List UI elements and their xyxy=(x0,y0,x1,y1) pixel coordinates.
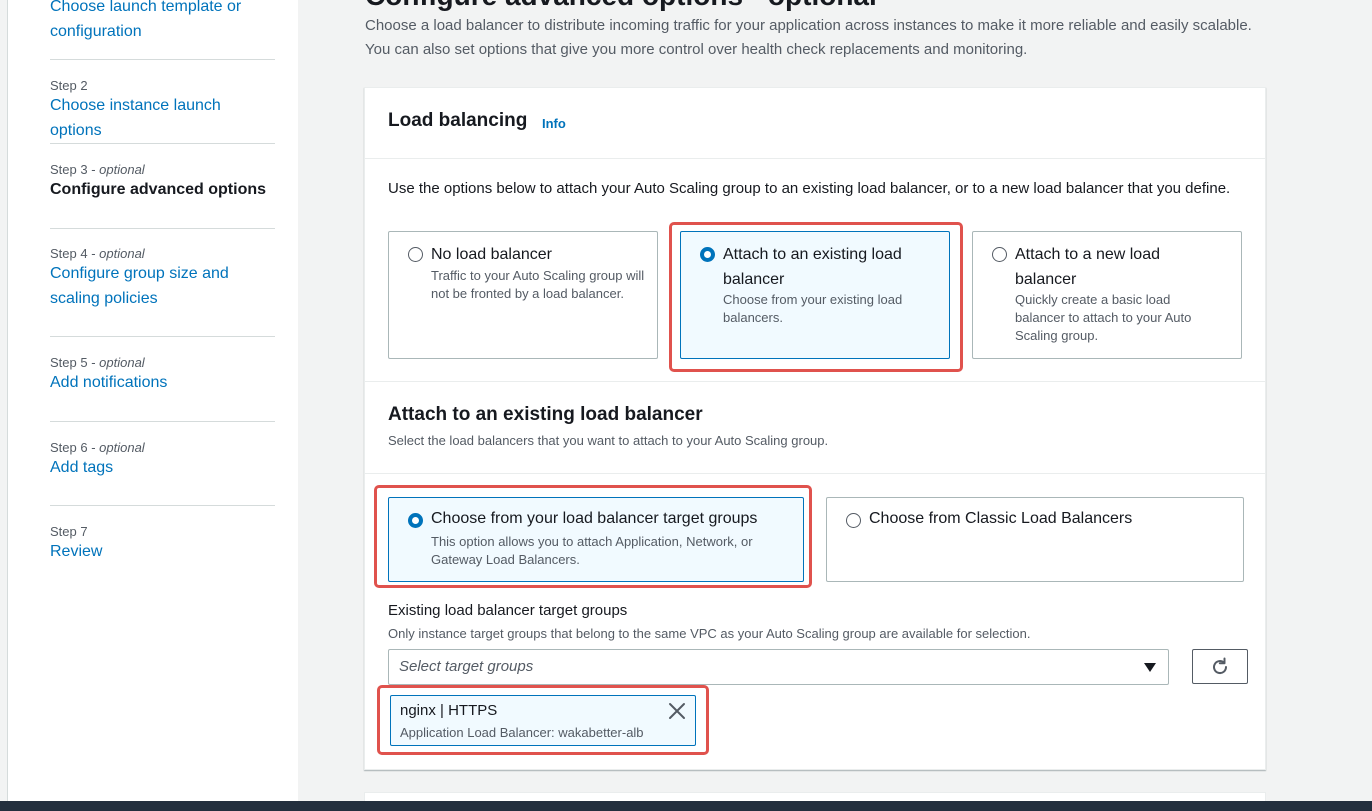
existing-lb-title: Attach to an existing load balancer xyxy=(388,404,703,425)
page-title: Configure advanced options - optional xyxy=(365,0,877,12)
highlight-box xyxy=(377,685,709,755)
divider xyxy=(50,336,275,337)
divider xyxy=(50,143,275,144)
step-7-link[interactable]: Review xyxy=(50,539,275,564)
step-number-text: Step 4 xyxy=(50,246,88,261)
divider xyxy=(50,505,275,506)
step-number: Step 5 - optional xyxy=(50,355,275,370)
step-2: Step 2 Choose instance launch options xyxy=(50,78,275,143)
classic-lb-tile[interactable]: Choose from Classic Load Balancers xyxy=(826,497,1244,582)
classic-lb-radio[interactable] xyxy=(846,513,861,528)
step-number: Step 3 - optional xyxy=(50,162,275,177)
select-placeholder: Select target groups xyxy=(399,658,534,675)
new-load-balancer-tile[interactable]: Attach to a new load balancer Quickly cr… xyxy=(972,231,1242,359)
info-link[interactable]: Info xyxy=(542,116,566,131)
refresh-icon xyxy=(1213,657,1228,675)
step-number-text: Step 3 xyxy=(50,162,88,177)
no-load-balancer-radio[interactable] xyxy=(408,247,423,262)
load-balancing-panel: Load balancing Info Use the options belo… xyxy=(364,87,1266,770)
tile-label: Choose from Classic Load Balancers xyxy=(869,510,1133,527)
new-load-balancer-radio[interactable] xyxy=(992,247,1007,262)
optional-tag: optional xyxy=(99,440,145,455)
highlight-box xyxy=(374,485,812,588)
step-7: Step 7 Review xyxy=(50,524,275,564)
tile-description: Quickly create a basic load balancer to … xyxy=(1015,292,1192,343)
step-3-current: Configure advanced options xyxy=(50,181,267,198)
step-3: Step 3 - optional Configure advanced opt… xyxy=(50,162,275,202)
separator: - xyxy=(87,355,100,370)
target-groups-select[interactable]: Select target groups xyxy=(388,649,1169,685)
optional-tag: optional xyxy=(99,162,145,177)
left-edge-strip xyxy=(0,0,8,811)
separator: - xyxy=(87,440,100,455)
divider xyxy=(50,421,275,422)
divider xyxy=(50,228,275,229)
step-number-text: Step 6 xyxy=(50,440,88,455)
target-groups-label: Existing load balancer target groups xyxy=(388,602,628,619)
panel-title: Load balancing xyxy=(388,110,528,131)
optional-tag: optional xyxy=(99,246,145,261)
tile-label: Attach to a new load balancer xyxy=(1015,246,1160,288)
wizard-steps-nav: Choose launch template or configuration … xyxy=(8,0,298,811)
step-number: Step 4 - optional xyxy=(50,246,275,261)
step-2-link[interactable]: Choose instance launch options xyxy=(50,93,275,143)
separator: - xyxy=(87,162,100,177)
step-number-text: Step 5 xyxy=(50,355,88,370)
caret-down-icon xyxy=(1144,663,1156,672)
existing-lb-description: Select the load balancers that you want … xyxy=(388,433,829,448)
target-groups-hint: Only instance target groups that belong … xyxy=(388,626,1031,641)
load-balancing-intro: Use the options below to attach your Aut… xyxy=(388,180,1231,197)
step-1-link[interactable]: Choose launch template or configuration xyxy=(50,0,275,44)
step-4: Step 4 - optional Configure group size a… xyxy=(50,246,275,311)
step-5-link[interactable]: Add notifications xyxy=(50,370,275,395)
page-description: Choose a load balancer to distribute inc… xyxy=(365,17,1252,58)
step-number: Step 6 - optional xyxy=(50,440,275,455)
step-6-link[interactable]: Add tags xyxy=(50,455,275,480)
panel-header: Load balancing Info xyxy=(365,88,1265,159)
optional-tag: optional xyxy=(99,355,145,370)
console-footer-bar xyxy=(0,801,1372,811)
step-number: Step 2 xyxy=(50,78,88,93)
separator: - xyxy=(87,246,100,261)
tile-description: Traffic to your Auto Scaling group will … xyxy=(431,268,645,301)
step-5: Step 5 - optional Add notifications xyxy=(50,355,275,395)
step-6: Step 6 - optional Add tags xyxy=(50,440,275,480)
section-divider xyxy=(365,381,1265,382)
step-4-link[interactable]: Configure group size and scaling policie… xyxy=(50,261,240,311)
divider xyxy=(50,59,275,60)
refresh-button[interactable] xyxy=(1192,649,1248,684)
step-1: Choose launch template or configuration xyxy=(50,0,275,44)
tile-label: No load balancer xyxy=(431,246,552,263)
section-divider xyxy=(365,473,1265,474)
highlight-box xyxy=(669,222,963,372)
no-load-balancer-tile[interactable]: No load balancer Traffic to your Auto Sc… xyxy=(388,231,658,359)
step-number: Step 7 xyxy=(50,524,88,539)
